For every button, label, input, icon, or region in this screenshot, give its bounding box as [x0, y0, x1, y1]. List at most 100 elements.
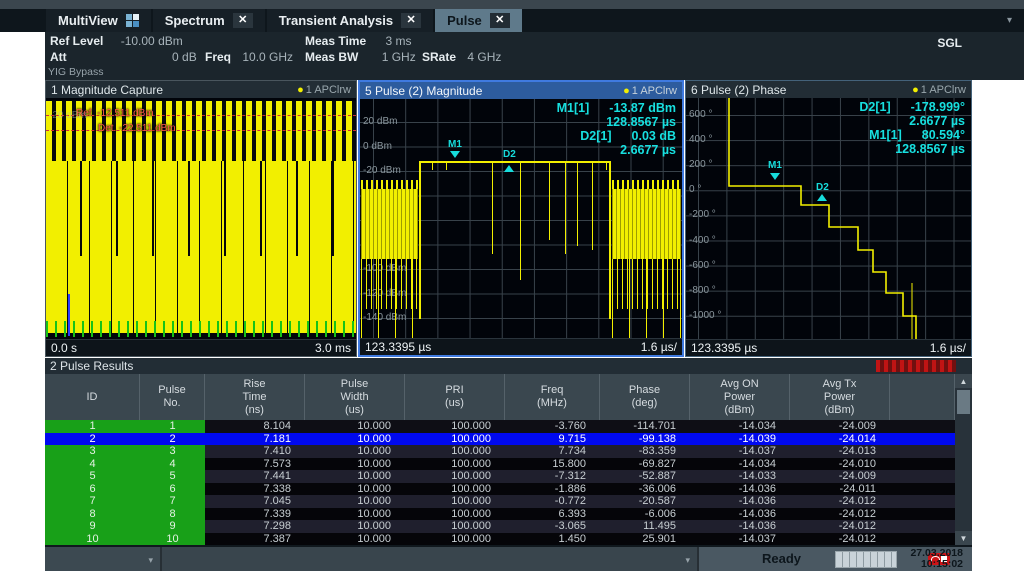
marker-m1-icon[interactable]: [770, 173, 780, 180]
column-header[interactable]: Avg Tx Power (dBm): [790, 374, 890, 420]
column-header[interactable]: PRI (us): [405, 374, 505, 420]
window1-titlebar[interactable]: 1 Magnitude Capture ●1 APClrw: [46, 81, 356, 98]
window-pulse-magnitude[interactable]: 5 Pulse (2) Magnitude ●1 APClrw 20 dBm0 …: [358, 80, 684, 357]
table-row[interactable]: 667.33810.000100.000-1.886-36.006-14.036…: [45, 483, 955, 496]
tab-label: Pulse: [447, 13, 482, 28]
marker-m1-icon[interactable]: [450, 151, 460, 158]
table-row[interactable]: 997.29810.000100.000-3.06511.495-14.036-…: [45, 520, 955, 533]
table-row[interactable]: 557.44110.000100.000-7.312-52.887-14.033…: [45, 470, 955, 483]
table-row[interactable]: 887.33910.000100.0006.393-6.006-14.036-2…: [45, 508, 955, 521]
window5-xaxis: 123.3395 µs 1.6 µs/: [360, 338, 682, 355]
table-cell: -20.587: [600, 495, 690, 508]
table-row[interactable]: 337.41010.000100.0007.734-83.359-14.037-…: [45, 445, 955, 458]
window5-titlebar[interactable]: 5 Pulse (2) Magnitude ●1 APClrw: [360, 82, 682, 99]
column-header[interactable]: Phase (deg): [600, 374, 690, 420]
table-cell: 8.104: [205, 420, 305, 433]
close-icon[interactable]: ✕: [490, 13, 510, 28]
window1-x-end: 3.0 ms: [315, 341, 351, 355]
table-cell: 5: [140, 470, 205, 483]
column-header[interactable]: Avg ON Power (dBm): [690, 374, 790, 420]
table-cell: -14.036: [690, 508, 790, 521]
table-row[interactable]: 777.04510.000100.000-0.772-20.587-14.036…: [45, 495, 955, 508]
scrollbar-thumb[interactable]: [957, 390, 970, 414]
table-cell: -36.006: [600, 483, 690, 496]
table-cell: 4: [45, 458, 140, 471]
table-cell: -3.065: [505, 520, 600, 533]
table-cell: 100.000: [405, 420, 505, 433]
table-cell: 6.393: [505, 508, 600, 521]
table-cell: [890, 433, 955, 446]
column-header[interactable]: ID: [45, 374, 140, 420]
tab-pulse[interactable]: Pulse ✕: [435, 9, 522, 32]
tab-label: MultiView: [58, 13, 118, 28]
detection-line-label: Det. -22.511 dBm: [98, 123, 176, 134]
pulse-results-titlebar[interactable]: 2 Pulse Results: [45, 358, 972, 374]
window5-marker-readout: M1[1]-13.87 dBm128.8567 µsD2[1]0.03 dB2.…: [557, 101, 676, 157]
table-row[interactable]: 447.57310.000100.00015.800-69.827-14.034…: [45, 458, 955, 471]
table-cell: 1: [45, 420, 140, 433]
table-cell: 10.000: [305, 420, 405, 433]
close-icon[interactable]: ✕: [233, 13, 253, 28]
table-cell: 8: [140, 508, 205, 521]
table-cell: 10: [45, 533, 140, 546]
meas-time-field[interactable]: Meas Time 3 ms: [305, 34, 412, 48]
column-header[interactable]: [890, 374, 955, 420]
table-cell: 15.800: [505, 458, 600, 471]
marker-readout-position: 128.8567 µs: [557, 115, 676, 129]
window-pulse-phase[interactable]: 6 Pulse (2) Phase ●1 APClrw 600 °400 °20…: [685, 80, 972, 357]
table-cell: 8: [45, 508, 140, 521]
column-header[interactable]: Pulse No.: [140, 374, 205, 420]
table-cell: 7.338: [205, 483, 305, 496]
table-cell: 10.000: [305, 483, 405, 496]
window-magnitude-capture[interactable]: 1 Magnitude Capture ●1 APClrw Ref. -12.5…: [45, 80, 357, 357]
table-cell: -14.037: [690, 445, 790, 458]
column-header[interactable]: Freq (MHz): [505, 374, 600, 420]
ref-level-line-label: Ref. -12.511 dBm: [76, 108, 154, 119]
ref-level-field[interactable]: Ref Level -10.00 dBm: [50, 34, 183, 48]
freq-field[interactable]: Freq 10.0 GHz: [205, 50, 293, 64]
marker-readout-value: 0.03 dB: [632, 129, 676, 143]
table-cell: -6.006: [600, 508, 690, 521]
chevron-down-icon: ▾: [148, 555, 153, 566]
window6-titlebar[interactable]: 6 Pulse (2) Phase ●1 APClrw: [686, 81, 971, 98]
window5-ytick: 0 dBm: [363, 141, 392, 152]
table-cell: 7.387: [205, 533, 305, 546]
column-header[interactable]: Pulse Width (us): [305, 374, 405, 420]
table-cell: 10.000: [305, 458, 405, 471]
table-cell: 7.573: [205, 458, 305, 471]
table-cell: 100.000: [405, 533, 505, 546]
scroll-down-icon[interactable]: ▼: [955, 531, 972, 545]
window5-trace-tag: ●1 APClrw: [623, 85, 677, 97]
table-row[interactable]: 10107.38710.000100.0001.45025.901-14.037…: [45, 533, 955, 546]
status-message-area[interactable]: ▾: [162, 547, 699, 571]
close-icon[interactable]: ✕: [401, 13, 421, 28]
tab-label: Transient Analysis: [279, 13, 393, 28]
table-cell: -24.012: [790, 520, 890, 533]
table-scrollbar[interactable]: ▲ ▼: [955, 374, 972, 545]
table-row[interactable]: 227.18110.000100.0009.715-99.138-14.039-…: [45, 433, 955, 446]
window1-plot: Ref. -12.511 dBm Det. -22.511 dBm -20 dB…: [46, 98, 356, 340]
datetime-display: 27.03.2018 10:15:02: [910, 548, 963, 570]
column-header[interactable]: Rise Time (ns): [205, 374, 305, 420]
table-cell: 10.000: [305, 433, 405, 446]
att-field[interactable]: Att 0 dB: [50, 50, 197, 64]
window1-x-start: 0.0 s: [51, 341, 77, 355]
srate-field[interactable]: SRate 4 GHz: [422, 50, 501, 64]
tab-transient-analysis[interactable]: Transient Analysis ✕: [267, 9, 433, 32]
tab-multiview[interactable]: MultiView: [46, 9, 151, 32]
meas-bw-field[interactable]: Meas BW 1 GHz: [305, 50, 416, 64]
pulse-results-title: 2 Pulse Results: [50, 359, 133, 373]
table-cell: -14.033: [690, 470, 790, 483]
marker-d2-icon[interactable]: [817, 194, 827, 201]
status-bar: ▾ ▾ Ready 27.03.2018 10:15:02: [45, 547, 972, 571]
table-row[interactable]: 118.10410.000100.000-3.760-114.701-14.03…: [45, 420, 955, 433]
scroll-up-icon[interactable]: ▲: [955, 374, 972, 388]
tab-spectrum[interactable]: Spectrum✕: [153, 9, 265, 32]
trace-dot-icon: ●: [297, 84, 304, 96]
window6-x-start: 123.3395 µs: [691, 341, 757, 355]
table-cell: 1: [140, 420, 205, 433]
tab-overflow-icon[interactable]: ▾: [1007, 15, 1012, 26]
marker-d2-icon[interactable]: [504, 165, 514, 172]
status-dropdown-left[interactable]: ▾: [45, 547, 162, 571]
marker-d2-label: D2: [816, 182, 829, 193]
